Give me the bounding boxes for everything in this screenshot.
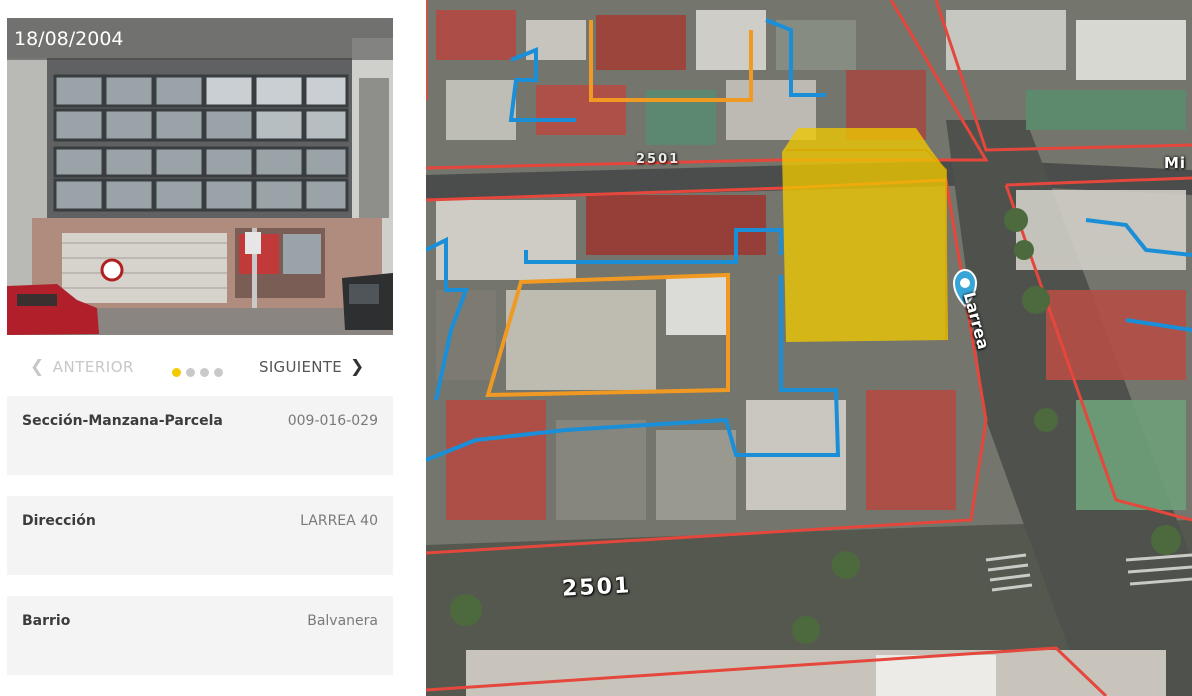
info-value: 009-016-029 (287, 413, 378, 429)
chevron-left-icon: ❮ (30, 357, 45, 377)
aerial-3d-map[interactable]: 2501 2501 Larrea Mi (426, 0, 1192, 696)
next-label: SIGUIENTE (259, 358, 343, 376)
street-label-right: Mi (1164, 154, 1187, 172)
pager-dot[interactable] (200, 368, 209, 377)
parcel-info-panel: 18/08/2004 ❮ ANTERIOR SIGUIENTE ❯ Sección-… (0, 0, 426, 696)
info-row-barrio: Barrio Balvanera (7, 596, 393, 675)
pager-dots (172, 362, 228, 377)
previous-button[interactable]: ❮ ANTERIOR (30, 352, 134, 382)
photo-date: 18/08/2004 (7, 18, 393, 60)
info-value: LARREA 40 (300, 513, 378, 529)
info-label: Barrio (22, 613, 71, 629)
info-label: Dirección (22, 513, 96, 529)
pager-dot[interactable] (172, 368, 181, 377)
info-row-seccion-manzana-parcela: Sección-Manzana-Parcela 009-016-029 (7, 396, 393, 475)
block-number-label: 2501 (561, 573, 632, 602)
chevron-right-icon: ❯ (350, 357, 365, 377)
photo-pager: ❮ ANTERIOR SIGUIENTE ❯ (0, 352, 426, 382)
next-button[interactable]: SIGUIENTE ❯ (259, 352, 365, 382)
map-imagery (426, 0, 1192, 696)
info-value: Balvanera (307, 613, 378, 629)
selected-parcel-highlight[interactable] (782, 128, 948, 342)
building-facade-image (7, 18, 393, 335)
street-view-photo: 18/08/2004 (7, 18, 393, 335)
pager-dot[interactable] (214, 368, 223, 377)
pager-dot[interactable] (186, 368, 195, 377)
block-number-label-top: 2501 (636, 152, 681, 167)
info-row-direccion: Dirección LARREA 40 (7, 496, 393, 575)
info-label: Sección-Manzana-Parcela (22, 413, 223, 429)
previous-label: ANTERIOR (52, 358, 134, 376)
